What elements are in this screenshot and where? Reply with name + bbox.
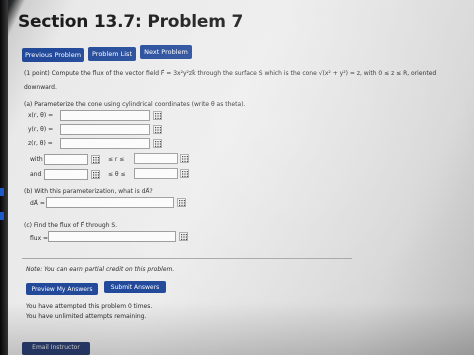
flux-input[interactable] — [48, 231, 176, 242]
edge-marker — [0, 212, 4, 220]
grid-icon[interactable] — [91, 155, 100, 164]
problem-list-button[interactable]: Problem List — [88, 47, 136, 61]
r-lower-input[interactable] — [44, 154, 88, 165]
page-title: Section 13.7: Problem 7 — [18, 12, 244, 32]
part-c-prompt: (c) Find the flux of F⃗ through S. — [24, 222, 118, 229]
preview-answers-button[interactable]: Preview My Answers — [26, 283, 98, 295]
z-label: z(r, θ) = — [28, 140, 53, 147]
next-problem-button[interactable]: Next Problem — [140, 45, 192, 59]
divider — [22, 258, 352, 259]
grid-icon[interactable] — [153, 125, 162, 134]
partial-credit-note: Note: You can earn partial credit on thi… — [26, 266, 175, 273]
y-input[interactable] — [60, 124, 150, 135]
z-input[interactable] — [60, 138, 150, 149]
flux-label: flux = — [30, 235, 49, 242]
part-b-prompt: (b) With this parameterization, what is … — [24, 188, 153, 195]
x-label: x(r, θ) = — [28, 112, 54, 119]
grid-icon[interactable] — [180, 154, 189, 163]
previous-problem-button[interactable]: Previous Problem — [22, 48, 84, 62]
grid-icon[interactable] — [177, 198, 186, 207]
x-input[interactable] — [60, 110, 150, 121]
dA-label: dA⃗ = — [30, 200, 45, 207]
grid-icon[interactable] — [153, 111, 162, 120]
dA-input[interactable] — [46, 197, 174, 208]
screen-edge — [0, 0, 8, 355]
r-inequality: ≤ r ≤ — [108, 156, 125, 163]
r-upper-input[interactable] — [134, 153, 178, 164]
part-a-prompt: (a) Parameterize the cone using cylindri… — [24, 101, 246, 108]
edge-marker — [0, 188, 4, 196]
y-label: y(r, θ) = — [28, 126, 54, 133]
remaining-attempts-text: You have unlimited attempts remaining. — [26, 313, 147, 320]
problem-statement: (1 point) Compute the flux of the vector… — [24, 70, 437, 77]
theta-upper-input[interactable] — [134, 168, 178, 179]
grid-icon[interactable] — [91, 170, 100, 179]
submit-answers-button[interactable]: Submit Answers — [104, 281, 166, 293]
email-instructor-button[interactable]: Email Instructor — [22, 342, 90, 355]
grid-icon[interactable] — [153, 139, 162, 148]
grid-icon[interactable] — [180, 169, 189, 178]
grid-icon[interactable] — [179, 232, 188, 241]
problem-statement-cont: downward. — [24, 84, 57, 91]
theta-lower-input[interactable] — [44, 169, 88, 180]
theta-inequality: ≤ θ ≤ — [108, 171, 126, 178]
attempts-text: You have attempted this problem 0 times. — [26, 303, 153, 310]
with-label: with — [30, 156, 43, 163]
and-label: and — [30, 171, 42, 178]
